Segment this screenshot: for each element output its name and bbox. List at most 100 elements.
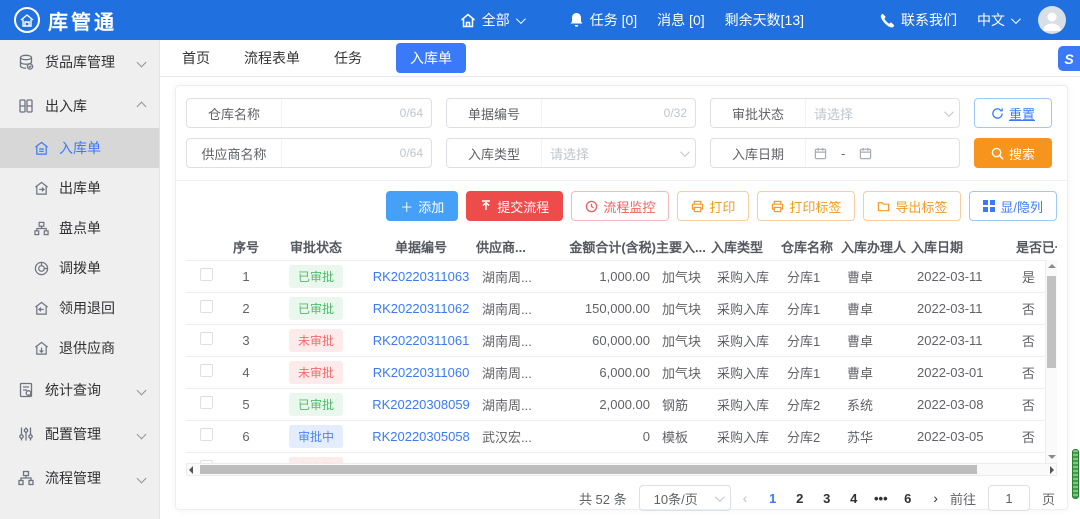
warehouse-name-field[interactable]: 仓库名称 0/64 xyxy=(186,98,432,128)
goto-page-input[interactable] xyxy=(988,485,1030,511)
field-label: 供应商名称 xyxy=(187,144,281,163)
vertical-scroll-thumb[interactable] xyxy=(1047,276,1056,368)
messages-link[interactable]: 消息 [0] xyxy=(657,10,704,30)
tab-task[interactable]: 任务 xyxy=(334,48,362,68)
print-tag-button[interactable]: 打印标签 xyxy=(757,191,855,221)
page-ellipsis[interactable]: ••• xyxy=(867,491,894,506)
sidebar-item-config-management[interactable]: 配置管理 xyxy=(0,412,159,456)
table-cell: 2022-03-11 xyxy=(911,260,1016,292)
supplier-name-field[interactable]: 供应商名称 0/64 xyxy=(186,138,432,168)
page-number[interactable]: 3 xyxy=(813,491,840,506)
table-cell xyxy=(911,452,1016,463)
select-placeholder: 请选择 xyxy=(550,144,589,163)
table-cell: 2 xyxy=(226,292,266,324)
tasks-link[interactable]: 任务 [0] xyxy=(569,10,637,30)
page-number[interactable]: 4 xyxy=(840,491,867,506)
scroll-up-arrow-icon[interactable] xyxy=(1048,264,1056,268)
add-button[interactable]: ＋ 添加 xyxy=(386,191,458,221)
table-cell: 湖南周... xyxy=(476,356,551,388)
contact-us-label: 联系我们 xyxy=(901,10,957,30)
inbound-date-range[interactable]: - xyxy=(805,139,959,167)
doc-number-input[interactable]: 0/32 xyxy=(541,99,695,127)
folder-icon xyxy=(877,200,890,213)
user-avatar[interactable] xyxy=(1038,6,1066,34)
scroll-right-arrow-icon[interactable] xyxy=(1050,466,1054,474)
table-cell: 曹卓 xyxy=(841,356,911,388)
sidebar-item-label: 统计查询 xyxy=(45,380,101,400)
status-badge: 已审批 xyxy=(289,265,343,288)
sidebar-item-flow-management[interactable]: 流程管理 xyxy=(0,456,159,500)
inbound-type-select[interactable]: 请选择 xyxy=(541,139,695,167)
page-size-select[interactable]: 10条/页 xyxy=(639,485,731,511)
tab-home[interactable]: 首页 xyxy=(182,48,210,68)
row-checkbox[interactable] xyxy=(200,300,213,313)
grid-icon xyxy=(983,200,995,212)
export-tag-button[interactable]: 导出标签 xyxy=(863,191,961,221)
page-scrollbar[interactable] xyxy=(1071,40,1080,519)
warehouse-name-input[interactable]: 0/64 xyxy=(281,99,431,127)
table-cell: 7 xyxy=(226,452,266,463)
sidebar-item-outbound-order[interactable]: 出库单 xyxy=(0,168,159,208)
doc-number-link[interactable]: RK20220308059 xyxy=(372,397,470,412)
sidebar: 货品库管理 出入库 入库单 出库单 xyxy=(0,40,160,519)
inbound-date-field[interactable]: 入库日期 - xyxy=(710,138,960,168)
inbound-type-field[interactable]: 入库类型 请选择 xyxy=(446,138,696,168)
sidebar-item-return-supplier[interactable]: 退供应商 xyxy=(0,328,159,368)
scroll-down-arrow-icon[interactable] xyxy=(1048,455,1056,459)
reset-button[interactable]: 重置 xyxy=(974,98,1052,128)
page-number[interactable]: 1 xyxy=(759,491,786,506)
doc-number-link[interactable]: RK20220311063 xyxy=(373,269,470,284)
column-header: 入库办理人 xyxy=(841,233,911,260)
scroll-left-arrow-icon[interactable] xyxy=(189,466,193,474)
language-selector[interactable]: 中文 xyxy=(977,10,1018,30)
row-checkbox[interactable] xyxy=(200,428,213,441)
horizontal-scroll-thumb[interactable] xyxy=(200,465,977,474)
sidebar-item-statistics-query[interactable]: 统计查询 xyxy=(0,368,159,412)
horizontal-scrollbar[interactable] xyxy=(186,463,1057,476)
calendar-icon xyxy=(859,147,872,160)
toggle-columns-button[interactable]: 显/隐列 xyxy=(969,191,1057,221)
scope-selector[interactable]: 全部 xyxy=(460,10,523,30)
row-checkbox[interactable] xyxy=(200,396,213,409)
doc-number-link[interactable]: RK20220305058 xyxy=(372,429,470,444)
search-button[interactable]: 搜索 xyxy=(974,138,1052,168)
status-badge: 未审批 xyxy=(289,361,343,384)
doc-number-link[interactable]: RK20220311060 xyxy=(373,365,470,380)
supplier-name-input[interactable]: 0/64 xyxy=(281,139,431,167)
doc-number-field[interactable]: 单据编号 0/32 xyxy=(446,98,696,128)
sidebar-item-requisition-return[interactable]: 领用退回 xyxy=(0,288,159,328)
vertical-scrollbar[interactable] xyxy=(1045,260,1057,463)
sidebar-item-inbound-order[interactable]: 入库单 xyxy=(0,128,159,168)
row-checkbox[interactable] xyxy=(200,268,213,281)
table-container: 序号审批状态单据编号供应商...金额合计(含税)主要入...入库类型仓库名称入库… xyxy=(186,233,1057,463)
sidebar-item-in-out-warehouse[interactable]: 出入库 xyxy=(0,84,159,128)
page-number[interactable]: 2 xyxy=(786,491,813,506)
chevron-up-icon xyxy=(137,101,147,111)
approval-status-field[interactable]: 审批状态 请选择 xyxy=(710,98,960,128)
page-size-value: 10条/页 xyxy=(654,489,698,508)
tab-flow-form[interactable]: 流程表单 xyxy=(244,48,300,68)
sidebar-item-transfer-order[interactable]: 调拨单 xyxy=(0,248,159,288)
sidebar-item-goods-warehouse[interactable]: 货品库管理 xyxy=(0,40,159,84)
table-cell: 5 xyxy=(226,388,266,420)
row-checkbox[interactable] xyxy=(200,332,213,345)
tab-inbound-order[interactable]: 入库单 xyxy=(396,43,466,73)
submit-flow-button[interactable]: 提交流程 xyxy=(466,191,563,221)
next-page-button[interactable]: › xyxy=(933,490,938,506)
page-scroll-thumb[interactable] xyxy=(1072,449,1079,499)
table-cell: 加气块 xyxy=(656,260,711,292)
contact-us-link[interactable]: 联系我们 xyxy=(880,10,957,30)
prev-page-button[interactable]: ‹ xyxy=(743,490,748,506)
row-checkbox[interactable] xyxy=(200,364,213,377)
column-header: 仓库名称 xyxy=(781,233,841,260)
approval-status-select[interactable]: 请选择 xyxy=(805,99,959,127)
doc-number-link[interactable]: RK20220311062 xyxy=(373,301,470,316)
flow-monitor-button[interactable]: 流程监控 xyxy=(571,191,669,221)
print-button[interactable]: 打印 xyxy=(677,191,749,221)
table-cell: 60,000.00 xyxy=(551,324,656,356)
sidebar-item-stocktake-order[interactable]: 盘点单 xyxy=(0,208,159,248)
doc-number-link[interactable]: RK20220311061 xyxy=(373,333,470,348)
phone-icon xyxy=(880,13,895,28)
table-cell: 2022-03-01 xyxy=(911,356,1016,388)
page-number[interactable]: 6 xyxy=(894,491,921,506)
